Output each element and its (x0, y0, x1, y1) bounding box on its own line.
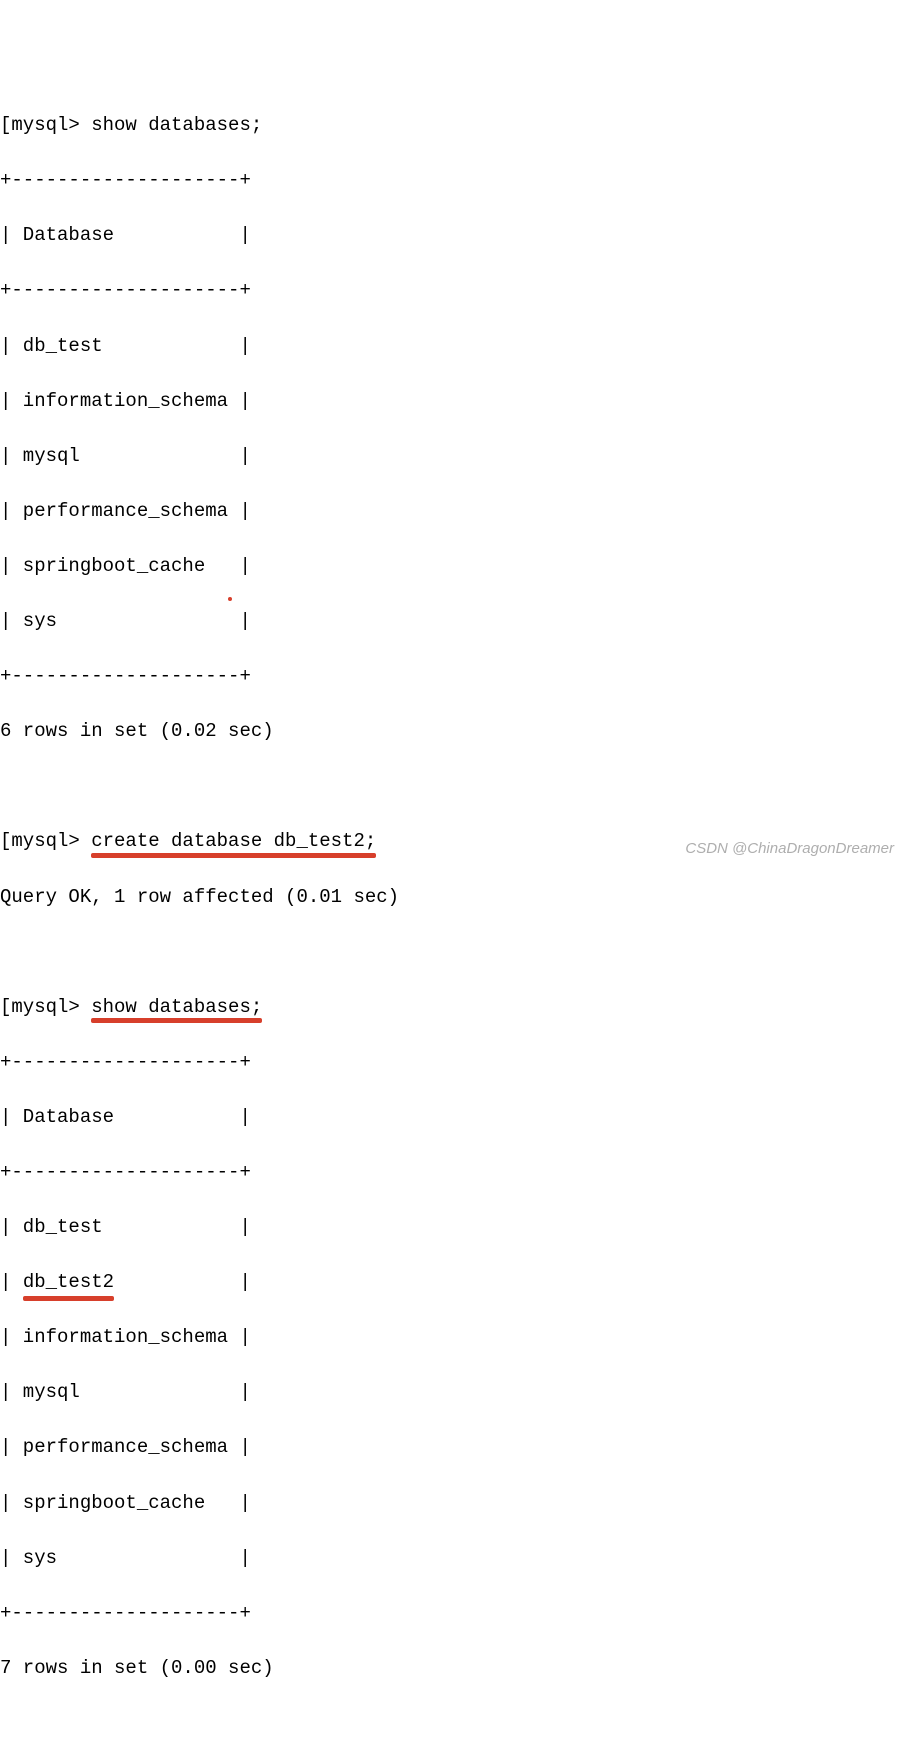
table-row: | sys | (0, 1545, 906, 1573)
table-row: | mysql | (0, 1379, 906, 1407)
result-summary: Query OK, 1 row affected (0.01 sec) (0, 884, 906, 912)
table-border: +--------------------+ (0, 1159, 906, 1187)
mysql-prompt: [mysql> (0, 830, 91, 852)
table-row: | sys | (0, 608, 906, 636)
table-row: | performance_schema | (0, 1434, 906, 1462)
blank-line (0, 1710, 906, 1738)
table-border: +--------------------+ (0, 663, 906, 691)
row-prefix: | (0, 1271, 23, 1293)
table-row: | performance_schema | (0, 498, 906, 526)
sql-command-create: create database db_test2; (91, 828, 376, 856)
table-header: | Database | (0, 222, 906, 250)
table-row: | information_schema | (0, 1324, 906, 1352)
blank-line (0, 773, 906, 801)
new-database-name: db_test2 (23, 1269, 114, 1297)
table-row: | springboot_cache | (0, 553, 906, 581)
mysql-prompt: [mysql> (0, 114, 91, 136)
mysql-prompt: [mysql> (0, 996, 91, 1018)
table-border: +--------------------+ (0, 277, 906, 305)
table-border: +--------------------+ (0, 167, 906, 195)
result-summary: 7 rows in set (0.00 sec) (0, 1655, 906, 1683)
terminal-line: [mysql> show databases; (0, 994, 906, 1022)
row-suffix: | (114, 1271, 251, 1293)
sql-command: show databases; (91, 114, 262, 136)
result-summary: 6 rows in set (0.02 sec) (0, 718, 906, 746)
table-row: | mysql | (0, 443, 906, 471)
table-row: | db_test | (0, 333, 906, 361)
table-row: | springboot_cache | (0, 1490, 906, 1518)
sql-command-show: show databases; (91, 994, 262, 1022)
table-row: | information_schema | (0, 388, 906, 416)
blank-line (0, 939, 906, 967)
terminal-line: [mysql> show databases; (0, 112, 906, 140)
annotation-dot (228, 597, 232, 601)
table-row: | db_test | (0, 1214, 906, 1242)
watermark-text: CSDN @ChinaDragonDreamer (685, 838, 894, 860)
table-row: | db_test2 | (0, 1269, 906, 1297)
table-border: +--------------------+ (0, 1600, 906, 1628)
table-border: +--------------------+ (0, 1049, 906, 1077)
table-header: | Database | (0, 1104, 906, 1132)
